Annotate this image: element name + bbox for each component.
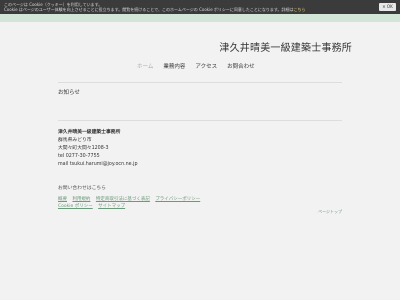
cookie-consent-bar: このページは Cookie（クッキー）を利用しています。 Cookie はページ…	[0, 0, 400, 14]
footer-link-commerce-law[interactable]: 特定商取引法に基づく表記	[96, 197, 150, 202]
cookie-ok-button[interactable]: ✕ OK	[379, 3, 396, 11]
footer-link-privacy[interactable]: プライバシーポリシー	[155, 197, 200, 202]
nav-item-services[interactable]: 業務内容	[163, 62, 185, 72]
nav-item-home[interactable]: ホーム	[137, 62, 153, 72]
page-top-link[interactable]: ページトップ	[318, 209, 342, 215]
office-address-2: 大間々町大間々1208-3	[58, 146, 109, 151]
footer-links: 概要 利用規約 特定商取引法に基づく表記 プライバシーポリシー Cookie ポ…	[58, 196, 204, 210]
news-heading: お知らせ	[58, 90, 80, 96]
header-accent-strip	[0, 14, 400, 22]
office-mail: mail tsukui.harumi@joy.ocn.ne.jp	[58, 162, 138, 167]
footer-link-sitemap[interactable]: サイトマップ	[98, 204, 125, 209]
footer-link-cookie-policy[interactable]: Cookie ポリシー	[58, 204, 93, 209]
contact-link[interactable]: お問い合わせはこちら	[58, 184, 106, 191]
nav-item-contact[interactable]: お問合わせ	[227, 62, 255, 72]
office-name: 津久井晴美一級建築士事務所	[58, 130, 121, 135]
nav-divider	[58, 82, 342, 83]
footer-link-terms[interactable]: 利用規約	[72, 197, 90, 202]
site-title[interactable]: 津久井晴美一級建築士事務所	[219, 39, 352, 54]
office-tel: tel 0277-30-7755	[58, 154, 100, 159]
cookie-notice-line2: Cookie はページのユーザー体験を向上させることに役立ちます。閲覧を続けるこ…	[4, 7, 294, 12]
content-divider	[58, 120, 342, 121]
cookie-details-link[interactable]: こちら	[294, 7, 306, 12]
main-nav: ホーム 業務内容 アクセス お問合わせ	[137, 62, 277, 72]
footer-link-overview[interactable]: 概要	[58, 197, 67, 202]
nav-item-access[interactable]: アクセス	[195, 62, 217, 72]
cookie-ok-label: OK	[386, 4, 393, 9]
office-info: 津久井晴美一級建築士事務所 群馬県みどり市 大間々町大間々1208-3 tel …	[58, 129, 138, 169]
office-address-1: 群馬県みどり市	[58, 138, 92, 143]
cookie-notice-text: このページは Cookie（クッキー）を利用しています。 Cookie はページ…	[4, 2, 364, 12]
